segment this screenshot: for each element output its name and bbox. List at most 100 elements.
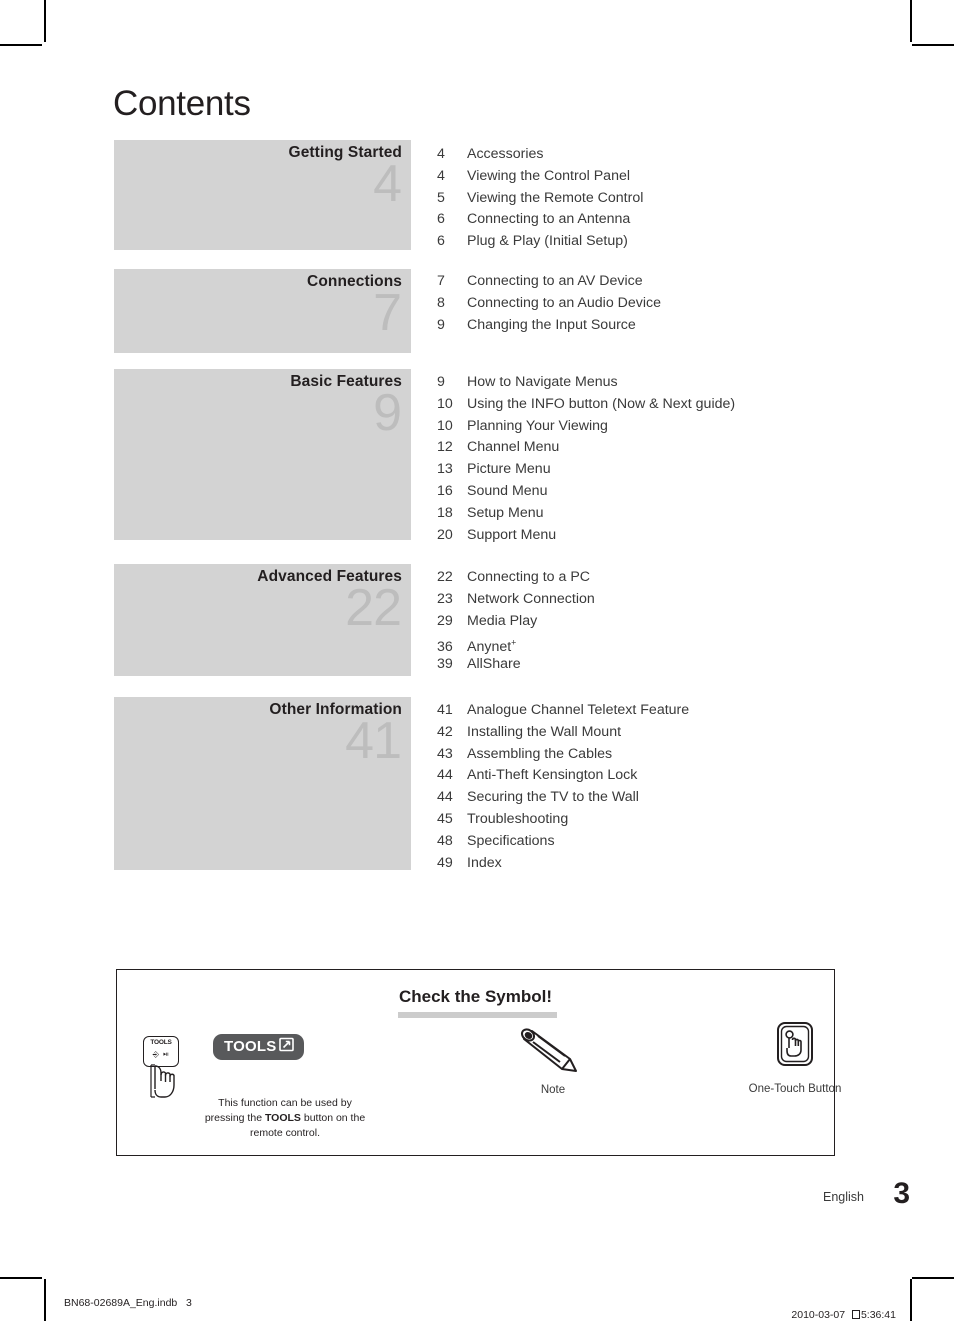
toc-entry[interactable]: 49 Index	[437, 853, 689, 875]
toc-section-box-4: Other Information 41	[114, 697, 411, 870]
toc-entry-page: 22	[437, 569, 453, 585]
toc-entry-title: Setup Menu	[467, 505, 544, 521]
toc-entry-page: 20	[437, 526, 453, 543]
pressing-finger-icon	[150, 1064, 175, 1098]
toc-entry-title-text: Specifications	[467, 832, 555, 849]
toc-entry[interactable]: 45 Troubleshooting	[437, 809, 689, 831]
toc-entry-title: How to Navigate Menus	[467, 374, 618, 390]
toc-entry-list-4: 41 Analogue Channel Teletext Feature 42 Ins…	[437, 700, 689, 874]
toc-entry-title: Specifications	[467, 833, 555, 849]
toc-entry-title-text: Connecting to a PC	[467, 569, 591, 585]
toc-entry[interactable]: 22 Connecting to a PC	[437, 567, 595, 589]
toc-entry-title: Anti-Theft Kensington Lock	[467, 767, 637, 783]
toc-entry-title: Viewing the Control Panel	[467, 168, 630, 184]
symbol-legend-tools: TOOLS ⎆ ⏯ TOOLS This function can be use…	[125, 1032, 445, 1139]
toc-entry-title: Sound Menu	[467, 483, 547, 499]
toc-entry-title-text: Planning Your Viewing	[467, 417, 608, 434]
crop-mark-bottom-right-horizontal	[912, 1277, 954, 1279]
toc-entry[interactable]: 43 Assembling the Cables	[437, 744, 689, 766]
tools-row: TOOLS ⎆ ⏯ TOOLS	[125, 1032, 445, 1098]
toc-section-box-1: Connections 7	[114, 269, 411, 353]
toc-entry[interactable]: 44 Anti-Theft Kensington Lock	[437, 765, 689, 787]
toc-entry[interactable]: 6 Connecting to an Antenna	[437, 209, 643, 231]
toc-entry-page: 8	[437, 294, 445, 311]
page-title: Contents	[113, 84, 251, 123]
toc-entry[interactable]: 16 Sound Menu	[437, 481, 735, 503]
pencil-icon	[520, 1028, 577, 1072]
remote-tools-key-glyphs: ⎆ ⏯	[152, 1050, 170, 1059]
toc-entry[interactable]: 48 Specifications	[437, 831, 689, 853]
tools-chip-label: TOOLS	[224, 1038, 277, 1055]
toc-entry-title: Connecting to an Audio Device	[467, 295, 661, 311]
tools-caption-line1: This function can be used by	[218, 1097, 352, 1109]
crop-mark-top-right-vertical	[910, 0, 912, 42]
toc-entry[interactable]: 44 Securing the TV to the Wall	[437, 787, 689, 809]
toc-entry-page: 45	[437, 810, 453, 827]
toc-entry-page: 42	[437, 723, 453, 740]
toc-entry-title-text: AllShare	[467, 656, 521, 673]
toc-entry[interactable]: 42 Installing the Wall Mount	[437, 722, 689, 744]
toc-entry[interactable]: 29 Media Play	[437, 611, 595, 633]
toc-section-start-page: 22	[345, 579, 402, 637]
toc-entry-page: 4	[437, 167, 445, 184]
toc-entry-title-text: Securing the TV to the Wall	[467, 789, 639, 806]
tools-chip-icon: TOOLS	[213, 1034, 305, 1060]
toc-entry-title-text: How to Navigate Menus	[467, 374, 618, 390]
toc-entry-page: 4	[437, 146, 445, 162]
toc-entry[interactable]: 7 Connecting to an AV Device	[437, 271, 661, 293]
toc-entry-title: Analogue Channel Teletext Feature	[467, 702, 689, 718]
toc-entry[interactable]: 9 Changing the Input Source	[437, 315, 661, 337]
toc-entry-title: Media Play	[467, 613, 537, 629]
toc-entry-page: 49	[437, 854, 453, 871]
toc-entry[interactable]: 10 Using the INFO button (Now & Next guid…	[437, 394, 735, 416]
footer-page-number: 3	[893, 1177, 910, 1210]
crop-mark-bottom-right-vertical	[910, 1279, 912, 1321]
crop-mark-bottom-left-horizontal	[0, 1277, 42, 1279]
toc-entry-title-text: Sound Menu	[467, 482, 548, 499]
toc-section-box-3: Advanced Features 22	[114, 564, 411, 676]
toc-entry-title: Connecting to a PC	[467, 569, 590, 585]
toc-entry-title-superscript: +	[511, 637, 517, 648]
toc-entry-title-text: Installing the Wall Mount	[467, 723, 622, 740]
toc-entry-title-text: Plug & Play (Initial Setup)	[467, 233, 628, 250]
toc-entry[interactable]: 4 Accessories	[437, 144, 643, 166]
check-the-symbol-underline	[398, 1012, 557, 1018]
toc-entry[interactable]: 39 AllShare	[437, 654, 595, 676]
toc-entry-page: 9	[437, 374, 445, 390]
toc-entry-title-text: Anynet	[467, 639, 512, 656]
toc-entry-title: Connecting to an AV Device	[467, 273, 643, 289]
toc-entry-title-text: Accessories	[467, 146, 544, 162]
toc-entry[interactable]: 18 Setup Menu	[437, 503, 735, 525]
toc-section-start-page: 4	[373, 155, 402, 213]
toc-entry[interactable]: 12 Channel Menu	[437, 437, 735, 459]
toc-section-start-page: 41	[345, 712, 402, 770]
toc-entry[interactable]: 13 Picture Menu	[437, 459, 735, 481]
toc-entry-page: 6	[437, 233, 445, 250]
toc-entry[interactable]: 41 Analogue Channel Teletext Feature	[437, 700, 689, 722]
toc-entry-title-text: Connecting to an Audio Device	[467, 294, 662, 311]
toc-entry-title: Network Connection	[467, 591, 595, 607]
toc-entry-title: Plug & Play (Initial Setup)	[467, 233, 628, 249]
toc-entry[interactable]: 8 Connecting to an Audio Device	[437, 293, 661, 315]
toc-entry-page: 10	[437, 395, 453, 412]
toc-entry[interactable]: 9 How to Navigate Menus	[437, 372, 735, 394]
toc-entry[interactable]: 23 Network Connection	[437, 589, 595, 611]
toc-entry[interactable]: 36 Anynet+	[437, 632, 595, 656]
toc-entry-title: Support Menu	[467, 527, 556, 543]
toc-entry[interactable]: 5 Viewing the Remote Control	[437, 188, 643, 210]
toc-entry[interactable]: 10 Planning Your Viewing	[437, 416, 735, 438]
toc-entry-title-text: Viewing the Remote Control	[467, 189, 644, 206]
toc-entry[interactable]: 6 Plug & Play (Initial Setup)	[437, 231, 643, 253]
toc-section-box-0: Getting Started 4	[114, 140, 411, 250]
toc-entry[interactable]: 4 Viewing the Control Panel	[437, 166, 643, 188]
tools-caption-line2-bold: TOOLS	[264, 1112, 301, 1125]
toc-entry-page: 13	[437, 461, 453, 478]
crop-mark-top-left-horizontal	[0, 44, 42, 46]
toc-entry-page: 44	[437, 789, 453, 806]
toc-entry[interactable]: 20 Support Menu	[437, 525, 735, 547]
toc-entry-title: Assembling the Cables	[467, 746, 612, 762]
toc-entry-page: 23	[437, 590, 453, 607]
toc-section-box-2: Basic Features 9	[114, 369, 411, 540]
toc-entry-title-text: Analogue Channel Teletext Feature	[467, 702, 690, 718]
print-date: 2010-03-07	[791, 1309, 846, 1321]
